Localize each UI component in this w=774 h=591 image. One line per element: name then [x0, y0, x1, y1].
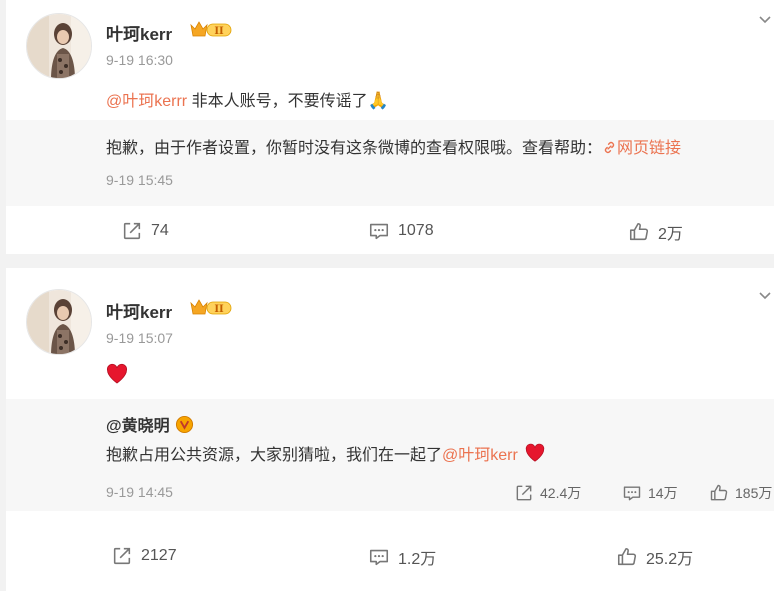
retweet-box[interactable]: 抱歉，由于作者设置，你暂时没有这条微博的查看权限哦。查看帮助： 网页链接 9-19… [6, 120, 774, 206]
post-body: 非本人账号，不要传谣了 [187, 93, 368, 110]
comment-icon [368, 546, 390, 568]
heart-icon [524, 442, 546, 464]
retweet-box[interactable]: @黄晓明 抱歉占用公共资源，大家别猜啦，我们在一起了 @叶珂kerr 9-19 1… [6, 399, 774, 511]
link-icon [602, 140, 617, 155]
like-count: 25.2万 [646, 551, 694, 568]
repost-button[interactable]: 74 [121, 220, 169, 242]
thumbs-up-icon [628, 221, 650, 243]
mention-link[interactable]: @叶珂kerr [442, 441, 518, 465]
post-time[interactable]: 9-19 16:30 [106, 52, 173, 68]
retweet-time[interactable]: 9-19 14:45 [106, 484, 173, 500]
comment-button[interactable]: 1.2万 [368, 545, 436, 569]
vip-badge-icon[interactable] [189, 21, 233, 39]
comment-count: 1.2万 [398, 551, 437, 568]
like-button[interactable]: 25.2万 [616, 545, 693, 569]
retweet-author-row: @黄晓明 [106, 412, 194, 436]
like-button[interactable]: 2万 [628, 220, 683, 244]
post-card: 叶珂kerr 9-19 16:30 @叶珂kerrr 非本人账号，不要传谣了🙏 … [6, 0, 774, 254]
webpage-link[interactable]: 网页链接 [602, 140, 681, 157]
like-count: 2万 [658, 226, 683, 243]
repost-count: 74 [151, 222, 169, 239]
retweet-like-count: 185万 [735, 485, 773, 501]
action-bar: 2127 1.2万 25.2万 [6, 545, 774, 569]
action-bar: 74 1078 2万 [6, 220, 774, 244]
comment-icon [622, 483, 642, 503]
author-name[interactable]: 叶珂kerr [106, 20, 172, 45]
retweet-like-button[interactable]: 185万 [709, 483, 772, 503]
comment-icon [368, 220, 390, 242]
post-time[interactable]: 9-19 15:07 [106, 330, 173, 346]
retweet-author[interactable]: @黄晓明 [106, 412, 170, 436]
post-text: @叶珂kerrr 非本人账号，不要传谣了🙏 [106, 87, 389, 111]
share-icon [514, 483, 534, 503]
avatar[interactable] [26, 13, 92, 79]
author-name[interactable]: 叶珂kerr [106, 298, 172, 323]
retweet-time[interactable]: 9-19 15:45 [106, 172, 173, 188]
chevron-down-icon[interactable] [758, 288, 772, 302]
retweet-repost-button[interactable]: 42.4万 [514, 483, 581, 503]
repost-button[interactable]: 2127 [111, 545, 177, 567]
comment-button[interactable]: 1078 [368, 220, 434, 242]
comment-count: 1078 [398, 222, 434, 239]
thumbs-up-icon [709, 483, 729, 503]
retweet-comment-count: 14万 [648, 485, 678, 501]
verified-badge-icon [175, 415, 194, 434]
mention-link[interactable]: @叶珂kerrr [106, 93, 187, 110]
thumbs-up-icon [616, 546, 638, 568]
share-icon [121, 220, 143, 242]
avatar[interactable] [26, 289, 92, 355]
vip-badge-icon[interactable] [189, 299, 233, 317]
heart-icon [105, 362, 129, 386]
chevron-down-icon[interactable] [758, 12, 772, 26]
praying-hands-icon: 🙏 [367, 91, 389, 110]
post-card: 叶珂kerr 9-19 15:07 @黄晓明 抱歉占用公共资源，大家别猜啦，我们… [6, 268, 774, 591]
share-icon [111, 545, 133, 567]
repost-count: 2127 [141, 547, 177, 564]
retweet-comment-button[interactable]: 14万 [622, 483, 678, 503]
retweet-notice: 抱歉，由于作者设置，你暂时没有这条微博的查看权限哦。查看帮助： 网页链接 [106, 140, 682, 157]
retweet-text: 抱歉占用公共资源，大家别猜啦，我们在一起了 @叶珂kerr [106, 441, 546, 465]
retweet-repost-count: 42.4万 [540, 485, 582, 501]
